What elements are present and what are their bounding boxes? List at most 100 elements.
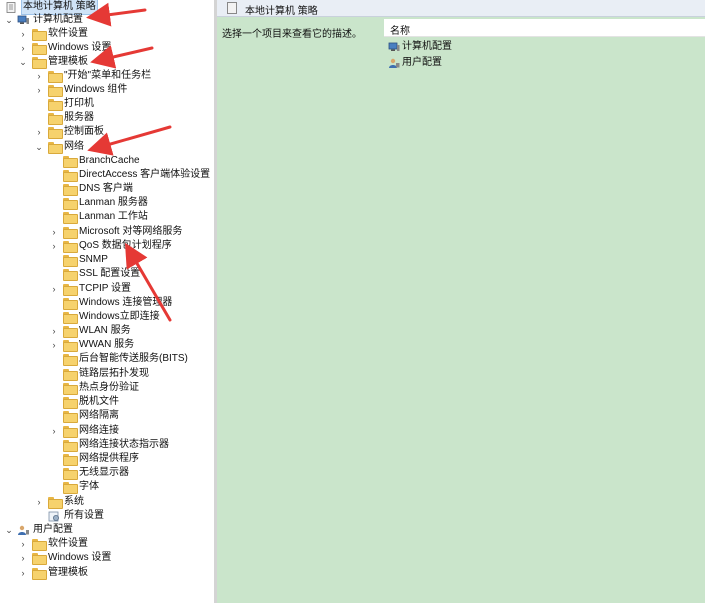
chevron-right-icon[interactable]: › <box>34 83 44 97</box>
chevron-right-icon[interactable]: › <box>18 41 28 55</box>
tree-item-label: 热点身份验证 <box>79 382 139 393</box>
folder-icon <box>48 142 63 154</box>
folder-icon <box>63 326 78 338</box>
tree-item-label: BranchCache <box>79 155 140 166</box>
folder-icon <box>48 127 63 139</box>
user-icon <box>17 525 30 535</box>
tree-item-label: WWAN 服务 <box>79 339 135 350</box>
folder-icon <box>63 468 78 480</box>
chevron-right-icon[interactable]: › <box>18 551 28 565</box>
details-header: 本地计算机 策略 <box>217 0 705 17</box>
tree-item-label: Lanman 工作站 <box>79 211 148 222</box>
user-icon <box>388 58 400 68</box>
folder-icon <box>32 568 47 580</box>
folder-icon <box>32 57 47 69</box>
chevron-down-icon[interactable]: ⌄ <box>4 13 14 27</box>
folder-icon <box>32 43 47 55</box>
tree-item-label: 管理模板 <box>48 567 88 578</box>
folder-icon <box>63 340 78 352</box>
tree-item-label: Lanman 服务器 <box>79 197 148 208</box>
folder-icon <box>32 553 47 565</box>
chevron-right-icon[interactable]: › <box>18 566 28 580</box>
folder-icon <box>63 383 78 395</box>
tree-item-label: 软件设置 <box>48 28 88 39</box>
column-header-name[interactable]: 名称 <box>384 19 705 37</box>
tree-item-label: QoS 数据包计划程序 <box>79 240 172 251</box>
tree-item-label: 本地计算机 策略 <box>21 0 98 15</box>
chevron-right-icon[interactable]: › <box>49 324 59 338</box>
list-item-label: 用户配置 <box>402 57 442 68</box>
folder-icon <box>48 497 63 509</box>
chevron-right-icon[interactable]: › <box>49 239 59 253</box>
tree-item-label: 网络连接状态指示器 <box>79 439 169 450</box>
tree-item-label: 软件设置 <box>48 538 88 549</box>
tree-item-label: Windows立即连接 <box>79 311 160 322</box>
tree-item-label: 管理模板 <box>48 56 88 67</box>
column-header-label: 名称 <box>390 26 410 37</box>
folder-icon <box>63 241 78 253</box>
chevron-right-icon[interactable]: › <box>49 282 59 296</box>
list-item-label: 计算机配置 <box>402 41 452 52</box>
tree-item-label: DNS 客户端 <box>79 183 133 194</box>
folder-icon <box>63 156 78 168</box>
folder-icon <box>63 170 78 182</box>
chevron-right-icon[interactable]: › <box>34 125 44 139</box>
tree-item-label: 计算机配置 <box>33 14 83 25</box>
folder-icon <box>63 354 78 366</box>
tree-item-label: Windows 设置 <box>48 552 112 563</box>
tree-item-label: 链路层拓扑发现 <box>79 368 149 379</box>
chevron-right-icon[interactable]: › <box>18 27 28 41</box>
tree-item-label: "开始"菜单和任务栏 <box>64 70 152 81</box>
description-text: 选择一个项目来查看它的描述。 <box>222 29 362 40</box>
policy-icon <box>6 2 19 13</box>
chevron-down-icon[interactable]: ⌄ <box>18 55 28 69</box>
folder-icon <box>63 284 78 296</box>
tree-item-label: SSL 配置设置 <box>79 268 141 279</box>
tree-item-label: DirectAccess 客户端体验设置 <box>79 169 211 180</box>
folder-icon <box>63 482 78 494</box>
tree-item-label: 网络提供程序 <box>79 453 139 464</box>
chevron-right-icon[interactable]: › <box>18 537 28 551</box>
folder-icon <box>32 539 47 551</box>
folder-icon <box>63 212 78 224</box>
chevron-right-icon[interactable]: › <box>34 495 44 509</box>
tree-item-label: WLAN 服务 <box>79 325 131 336</box>
chevron-down-icon[interactable]: ⌄ <box>4 523 14 537</box>
tree-item-label: 脱机文件 <box>79 396 119 407</box>
folder-icon <box>48 113 63 125</box>
policy-icon <box>227 2 237 14</box>
computer-icon <box>388 42 400 52</box>
folder-icon <box>63 255 78 267</box>
details-pane: 本地计算机 策略 选择一个项目来查看它的描述。 名称 计算机配置 用户配置 <box>217 0 705 603</box>
folder-icon <box>63 312 78 324</box>
tree-item-label: 服务器 <box>64 112 94 123</box>
tree-item-label: Windows 设置 <box>48 42 112 53</box>
chevron-right-icon[interactable]: › <box>34 69 44 83</box>
folder-icon <box>63 369 78 381</box>
tree-item-label: 网络 <box>64 141 84 152</box>
folder-icon <box>48 85 63 97</box>
details-header-title: 本地计算机 策略 <box>245 6 318 17</box>
tree-item-label: 系统 <box>64 496 84 507</box>
folder-icon <box>63 298 78 310</box>
tree-item-label: 后台智能传送服务(BITS) <box>79 353 188 364</box>
settings-icon <box>48 511 61 522</box>
navigation-tree[interactable]: 本地计算机 策略 ⌄ 计算机配置 › 软件设置 › Windows 设置 ⌄ 管理模板 › "开始"… <box>0 0 214 603</box>
chevron-down-icon[interactable]: ⌄ <box>34 140 44 154</box>
tree-item-label: Windows 组件 <box>64 84 128 95</box>
chevron-right-icon[interactable]: › <box>49 424 59 438</box>
chevron-right-icon[interactable]: › <box>49 225 59 239</box>
tree-item-label: 打印机 <box>64 98 94 109</box>
tree-item-label: 控制面板 <box>64 126 104 137</box>
tree-item-label: 用户配置 <box>33 524 73 535</box>
tree-item-label: 字体 <box>79 481 99 492</box>
tree-item-label: Windows 连接管理器 <box>79 297 173 308</box>
computer-icon <box>17 15 30 25</box>
folder-icon <box>63 426 78 438</box>
tree-item-label: SNMP <box>79 254 108 265</box>
chevron-right-icon[interactable]: › <box>49 338 59 352</box>
folder-icon <box>48 71 63 83</box>
folder-icon <box>63 454 78 466</box>
tree-item-label: TCPIP 设置 <box>79 283 132 294</box>
folder-icon <box>63 198 78 210</box>
